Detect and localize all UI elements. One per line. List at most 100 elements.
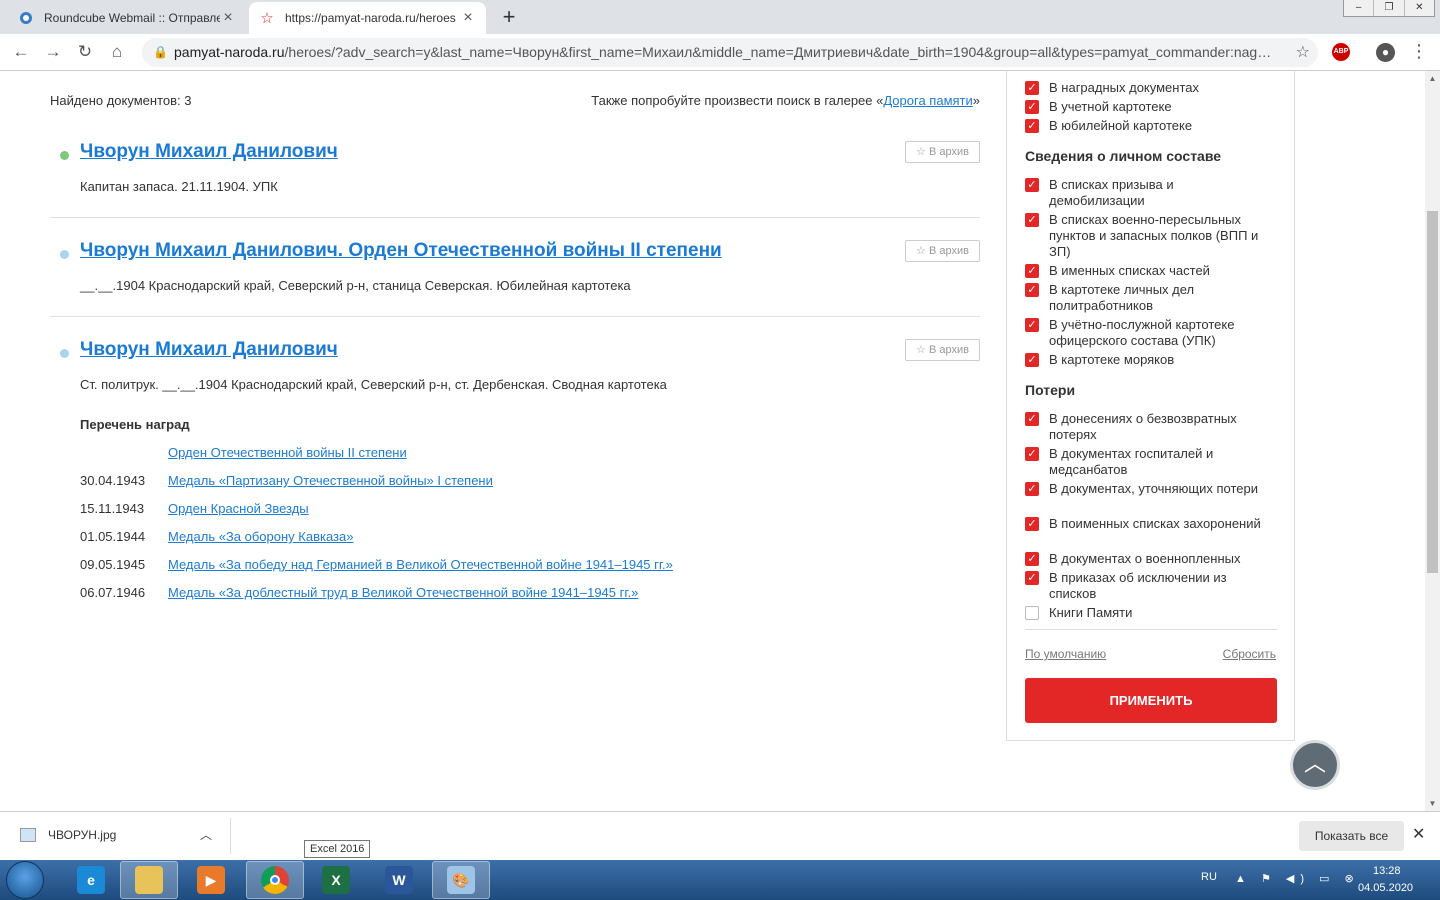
window-controls: – ❐ ✕ <box>1343 0 1435 17</box>
chevron-up-icon: ︿ <box>1303 751 1326 776</box>
star-icon: ☆ <box>916 344 926 356</box>
filter-checkbox[interactable]: ✓ В донесениях о безвозвратных потерях <box>1025 411 1264 443</box>
minimize-button[interactable]: – <box>1344 0 1375 16</box>
scroll-down-icon[interactable]: ▼ <box>1425 796 1440 811</box>
page-content: Найдено документов: 3 Также попробуйте п… <box>0 71 1425 811</box>
archive-button[interactable]: ☆ В архив <box>905 240 980 262</box>
check-icon: ✓ <box>1025 283 1039 297</box>
filter-checkbox[interactable]: ✓ В учетной картотеке <box>1025 99 1264 115</box>
filter-panel: ✓ В наградных документах ✓ В учетной карто… <box>1006 71 1295 741</box>
explorer-icon[interactable] <box>120 861 178 899</box>
forward-icon[interactable]: → <box>41 40 65 64</box>
divider <box>230 818 231 854</box>
result-description: Капитан запаса. 21.11.1904. УПК <box>80 179 278 194</box>
filter-checkbox[interactable]: ✓ В документах госпиталей и медсанбатов <box>1025 446 1264 478</box>
language-indicator[interactable]: RU <box>1201 871 1217 883</box>
reset-link[interactable]: Сбросить <box>1223 647 1276 661</box>
check-icon: ✓ <box>1025 571 1039 585</box>
filter-checkbox[interactable]: ✓ В учётно-послужной картотеке офицерског… <box>1025 317 1264 349</box>
award-link[interactable]: Медаль «За победу над Германией в Велико… <box>168 557 673 572</box>
result-title-link[interactable]: Чворун Михаил Данилович <box>80 339 338 361</box>
archive-button[interactable]: ☆ В архив <box>905 141 980 163</box>
word-icon[interactable]: W <box>370 861 428 899</box>
divider <box>50 316 980 317</box>
divider <box>50 217 980 218</box>
close-tab-icon[interactable]: × <box>460 9 476 27</box>
filter-checkbox[interactable]: ✓ В документах, уточняющих потери <box>1025 481 1264 497</box>
award-link[interactable]: Медаль «За доблестный труд в Великой Оте… <box>168 585 638 600</box>
filter-checkbox[interactable]: ✓ В списках призыва и демобилизации <box>1025 177 1264 209</box>
media-player-icon[interactable]: ▶ <box>182 861 240 899</box>
start-button[interactable] <box>6 861 44 899</box>
filter-checkbox[interactable]: ✓ В поименных списках захоронений <box>1025 516 1264 532</box>
filter-checkbox[interactable]: ✓ В приказах об исключении из списков <box>1025 570 1264 602</box>
excel-icon[interactable]: X <box>307 861 365 899</box>
back-icon[interactable]: ← <box>9 40 33 64</box>
filter-checkbox[interactable]: ✓ В картотеке моряков <box>1025 352 1264 368</box>
bookmark-star-icon[interactable]: ☆ <box>1296 38 1310 67</box>
chevron-up-icon[interactable]: ︿ <box>200 826 212 843</box>
default-link[interactable]: По умолчанию <box>1025 647 1106 661</box>
result-title-link[interactable]: Чворун Михаил Данилович <box>80 141 338 163</box>
close-icon[interactable]: ✕ <box>1412 824 1425 844</box>
reload-icon[interactable]: ↻ <box>73 40 97 64</box>
system-tray: RU ▲ ⚑ ◀) ▭ ⊗ 13:28 04.05.2020 <box>1195 860 1440 900</box>
menu-icon[interactable]: ⋮ <box>1410 41 1428 62</box>
image-file-icon <box>20 828 36 842</box>
show-all-button[interactable]: Показать все <box>1299 821 1404 851</box>
close-tab-icon[interactable]: × <box>220 9 236 27</box>
result-description: Ст. политрук. __.__.1904 Краснодарский к… <box>80 377 667 392</box>
page-scrollbar[interactable]: ▲ ▼ <box>1425 71 1440 811</box>
filter-checkbox[interactable]: ✓ В наградных документах <box>1025 80 1264 96</box>
new-tab-button[interactable]: + <box>497 6 521 30</box>
check-icon: ✓ <box>1025 552 1039 566</box>
clock-time[interactable]: 13:28 <box>1373 865 1401 877</box>
address-bar[interactable]: 🔒 pamyat-naroda.ru/heroes/?adv_search=y&… <box>142 38 1318 67</box>
scroll-up-icon[interactable]: ▲ <box>1425 71 1440 86</box>
clock-date[interactable]: 04.05.2020 <box>1358 882 1413 894</box>
paint-icon[interactable]: 🎨 <box>432 861 490 899</box>
close-window-button[interactable]: ✕ <box>1405 0 1434 16</box>
tab-pamyat[interactable]: ☆ https://pamyat-naroda.ru/heroes × <box>249 2 486 34</box>
archive-button[interactable]: ☆ В архив <box>905 339 980 361</box>
status-dot <box>60 349 69 358</box>
maximize-button[interactable]: ❐ <box>1374 0 1405 16</box>
check-icon: ✓ <box>1025 100 1039 114</box>
ie-icon[interactable]: e <box>62 861 120 899</box>
also-try-text: Также попробуйте произвести поиск в гале… <box>591 93 980 108</box>
roundcube-icon <box>18 10 34 26</box>
tab-roundcube[interactable]: Roundcube Webmail :: Отправле × <box>8 2 246 34</box>
award-link[interactable]: Медаль «Партизану Отечественной войны» I… <box>168 473 493 488</box>
apply-button[interactable]: ПРИМЕНИТЬ <box>1025 678 1277 723</box>
tab-bar: Roundcube Webmail :: Отправле × ☆ https:… <box>0 0 1440 34</box>
scroll-top-button[interactable]: ︿ <box>1290 740 1340 790</box>
home-icon[interactable]: ⌂ <box>105 40 129 64</box>
filter-checkbox[interactable]: ✓ В именных списках частей <box>1025 263 1264 279</box>
download-bar: ЧВОРУН.jpg ︿ Показать все ✕ <box>0 811 1440 860</box>
check-icon: ✓ <box>1025 178 1039 192</box>
status-dot <box>60 151 69 160</box>
result-title-link[interactable]: Чворун Михаил Данилович. Орден Отечестве… <box>80 240 722 262</box>
award-link[interactable]: Медаль «За оборону Кавказа» <box>168 529 353 544</box>
chrome-icon[interactable] <box>246 861 304 899</box>
award-date: 01.05.1944 <box>80 529 146 544</box>
status-dot <box>60 250 69 259</box>
found-count: Найдено документов: 3 <box>50 93 192 108</box>
filter-checkbox[interactable]: ✓ В юбилейной картотеке <box>1025 118 1264 134</box>
download-item[interactable]: ЧВОРУН.jpg <box>20 828 116 842</box>
check-icon: ✓ <box>1025 353 1039 367</box>
tray-icons[interactable]: ▲ ⚑ ◀) ▭ ⊗ <box>1235 872 1360 885</box>
checkbox-empty-icon <box>1025 606 1039 620</box>
road-of-memory-link[interactable]: Дорога памяти <box>883 93 972 108</box>
award-link[interactable]: Орден Красной Звезды <box>168 501 309 516</box>
adblock-icon[interactable]: ABP <box>1332 43 1350 61</box>
award-link[interactable]: Орден Отечественной войны II степени <box>168 445 407 460</box>
filter-checkbox[interactable]: ✓ В картотеке личных дел политработников <box>1025 282 1264 314</box>
filter-checkbox[interactable]: Книги Памяти <box>1025 605 1264 621</box>
filter-checkbox[interactable]: ✓ В документах о военнопленных <box>1025 551 1264 567</box>
award-date: 06.07.1946 <box>80 585 146 600</box>
url-path: /heroes/?adv_search=y&last_name=Чворун&f… <box>284 44 1272 60</box>
scroll-thumb[interactable] <box>1427 211 1438 573</box>
profile-icon[interactable]: ● <box>1376 43 1395 62</box>
filter-checkbox[interactable]: ✓ В списках военно-пересыльных пунктов и … <box>1025 212 1264 260</box>
